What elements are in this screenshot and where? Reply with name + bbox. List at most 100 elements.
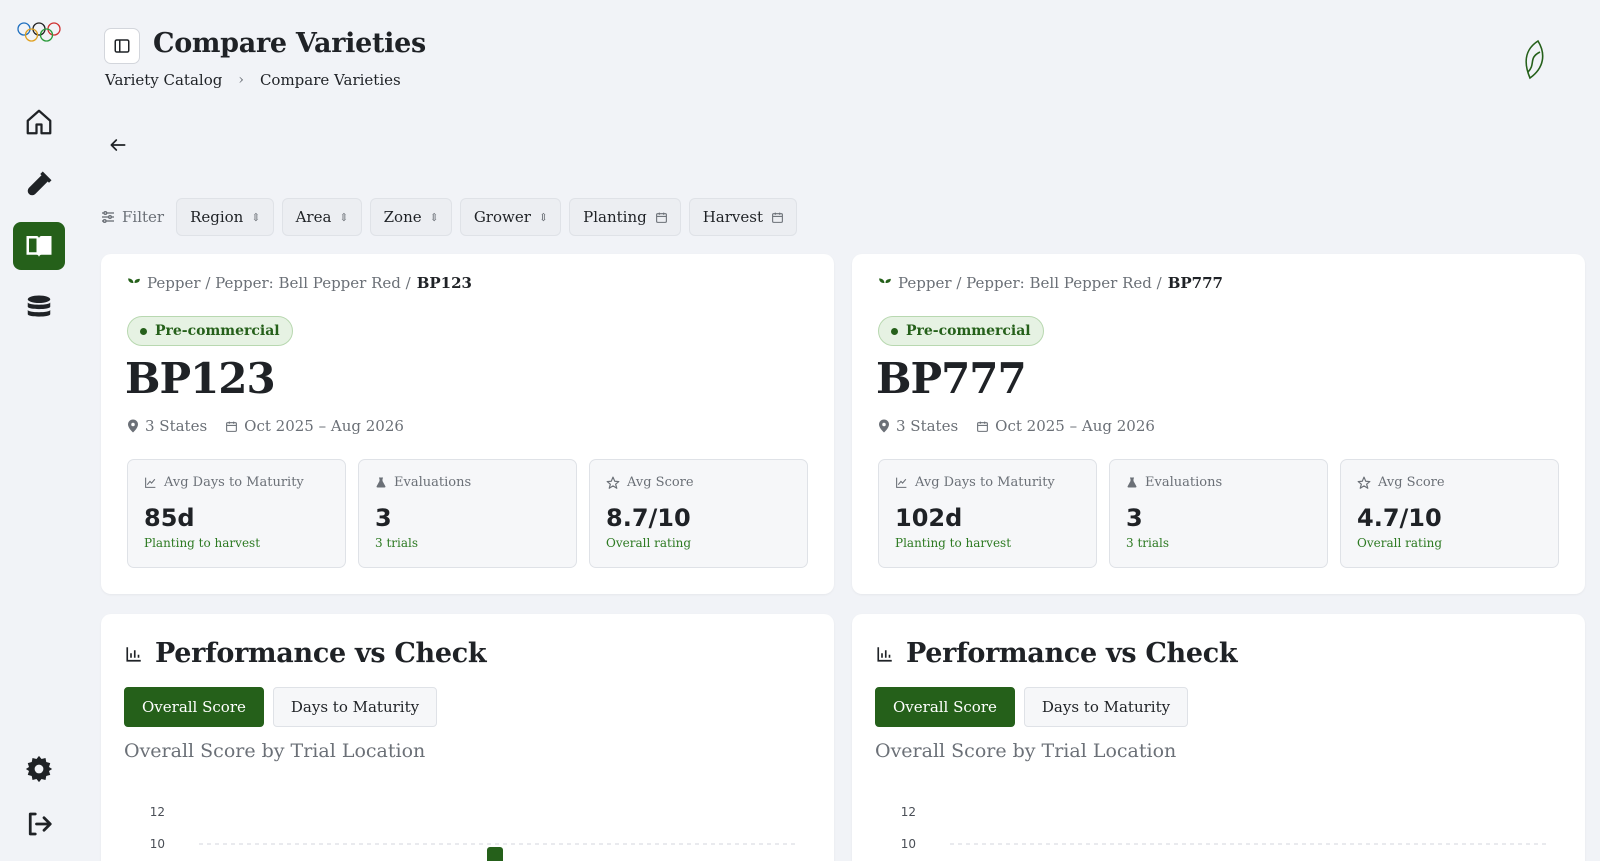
- stat-sub: Overall rating: [606, 536, 692, 550]
- logout-icon: [28, 812, 52, 836]
- performance-title: Performance vs Check: [125, 638, 487, 669]
- stat-score: Avg Score 8.7/10 Overall rating: [589, 459, 808, 568]
- score-bar[interactable]: [487, 847, 503, 861]
- breadcrumb: Variety Catalog › Compare Varieties: [105, 71, 401, 89]
- score-chart: 12 10: [901, 805, 1546, 851]
- breadcrumb-chevron-icon: ›: [238, 72, 244, 88]
- variety-card: Pepper / Pepper: Bell Pepper Red / BP777…: [852, 254, 1585, 594]
- stat-sub: Overall rating: [1357, 536, 1443, 550]
- tab-days-to-maturity[interactable]: Days to Maturity: [1023, 687, 1189, 727]
- stat-sub: 3 trials: [1126, 536, 1169, 550]
- metric-tabs: Overall Score Days to Maturity: [124, 687, 438, 727]
- brand-leaf-icon: [1525, 39, 1544, 80]
- filter-region[interactable]: Region ⇕: [176, 198, 274, 236]
- map-pin-icon: [128, 419, 138, 433]
- flask-icon: [1127, 477, 1137, 488]
- panel-left-icon: [114, 39, 130, 53]
- star-icon: [606, 476, 620, 489]
- stat-value: 3: [375, 504, 392, 532]
- star-icon: [1357, 476, 1371, 489]
- stat-score: Avg Score 4.7/10 Overall rating: [1340, 459, 1559, 568]
- bar-chart-icon: [877, 646, 892, 662]
- breadcrumb-catalog[interactable]: Variety Catalog: [105, 71, 222, 89]
- calendar-icon: [772, 212, 783, 223]
- status-dot: [891, 327, 898, 335]
- stat-value: 3: [1126, 504, 1143, 532]
- chart-subtitle: Overall Score by Trial Location: [875, 740, 1177, 762]
- sidebar-toggle-button[interactable]: [104, 28, 140, 64]
- stat-value: 102d: [895, 504, 963, 532]
- stat-value: 4.7/10: [1357, 504, 1442, 532]
- nav-logout[interactable]: [13, 800, 65, 848]
- variety-name: BP123: [125, 354, 276, 403]
- stats-row: Avg Days to Maturity 85d Planting to har…: [127, 459, 808, 568]
- stat-sub: 3 trials: [375, 536, 418, 550]
- sprout-icon: [128, 278, 140, 289]
- metric-tabs: Overall Score Days to Maturity: [875, 687, 1189, 727]
- gear-icon: [25, 755, 53, 783]
- variety-breadcrumb: Pepper / Pepper: Bell Pepper Red / BP777: [878, 274, 1223, 292]
- variety-meta: 3 States Oct 2025 – Aug 2026: [127, 417, 404, 435]
- nav-home[interactable]: [13, 98, 65, 146]
- chevron-updown-icon: ⇕: [251, 210, 261, 224]
- variety-name: BP777: [876, 354, 1027, 403]
- home-icon: [26, 109, 52, 135]
- y-tick-label: 10: [150, 837, 165, 851]
- calendar-icon: [977, 421, 989, 432]
- arrow-left-icon: [110, 139, 126, 151]
- flask-icon: [376, 477, 386, 488]
- performance-card: Performance vs Check Overall Score Days …: [852, 614, 1585, 861]
- back-button[interactable]: [104, 131, 132, 159]
- tab-days-to-maturity[interactable]: Days to Maturity: [272, 687, 438, 727]
- nav-trials[interactable]: [13, 160, 65, 208]
- sliders-icon: [102, 211, 114, 223]
- calendar-icon: [226, 421, 238, 432]
- y-tick-label: 12: [901, 805, 916, 819]
- map-pin-icon: [879, 419, 889, 433]
- nav-database[interactable]: [13, 284, 65, 332]
- filter-bar: Filter Region ⇕ Area ⇕ Zone ⇕ Grower ⇕ Plant…: [100, 198, 797, 236]
- score-chart: 12 10: [150, 805, 795, 861]
- calendar-icon: [655, 212, 667, 223]
- filter-harvest[interactable]: Harvest: [688, 198, 797, 236]
- logo-rings-icon: [17, 22, 61, 42]
- breadcrumb-current: Compare Varieties: [259, 71, 401, 89]
- database-icon: [27, 295, 51, 317]
- chevron-updown-icon: ⇕: [429, 210, 439, 224]
- filter-zone[interactable]: Zone ⇕: [369, 198, 452, 236]
- stat-value: 8.7/10: [606, 504, 691, 532]
- variety-meta: 3 States Oct 2025 – Aug 2026: [878, 417, 1155, 435]
- tab-overall-score[interactable]: Overall Score: [124, 687, 264, 727]
- y-tick-label: 12: [150, 805, 165, 819]
- chevron-updown-icon: ⇕: [538, 210, 549, 224]
- stat-sub: Planting to harvest: [895, 536, 1012, 550]
- stat-evaluations: Evaluations 3 3 trials: [1109, 459, 1328, 568]
- page-title: Compare Varieties: [153, 28, 426, 59]
- sprout-icon: [879, 278, 891, 289]
- performance-card: Performance vs Check Overall Score Days …: [101, 614, 834, 861]
- tab-overall-score[interactable]: Overall Score: [875, 687, 1015, 727]
- chart-line-icon: [145, 477, 156, 488]
- nav-catalog[interactable]: [13, 222, 65, 270]
- filter-label: Filter: [100, 208, 164, 226]
- variety-breadcrumb: Pepper / Pepper: Bell Pepper Red / BP123: [127, 274, 472, 292]
- status-dot: [140, 327, 147, 335]
- variety-card: Pepper / Pepper: Bell Pepper Red / BP123…: [101, 254, 834, 594]
- chart-subtitle: Overall Score by Trial Location: [124, 740, 426, 762]
- test-tube-icon: [27, 171, 52, 196]
- stats-row: Avg Days to Maturity 102d Planting to ha…: [878, 459, 1559, 568]
- filter-area[interactable]: Area ⇕: [281, 198, 362, 236]
- filter-grower[interactable]: Grower ⇕: [459, 198, 562, 236]
- filter-planting[interactable]: Planting: [569, 198, 681, 236]
- nav-settings[interactable]: [13, 745, 65, 793]
- chevron-updown-icon: ⇕: [339, 210, 349, 224]
- stat-maturity: Avg Days to Maturity 85d Planting to har…: [127, 459, 346, 568]
- chart-line-icon: [896, 477, 907, 488]
- status-badge: Pre-commercial: [127, 316, 293, 346]
- stat-value: 85d: [144, 504, 195, 532]
- stat-sub: Planting to harvest: [144, 536, 261, 550]
- status-badge: Pre-commercial: [878, 316, 1044, 346]
- stat-evaluations: Evaluations 3 3 trials: [358, 459, 577, 568]
- stat-maturity: Avg Days to Maturity 102d Planting to ha…: [878, 459, 1097, 568]
- performance-title: Performance vs Check: [876, 638, 1238, 669]
